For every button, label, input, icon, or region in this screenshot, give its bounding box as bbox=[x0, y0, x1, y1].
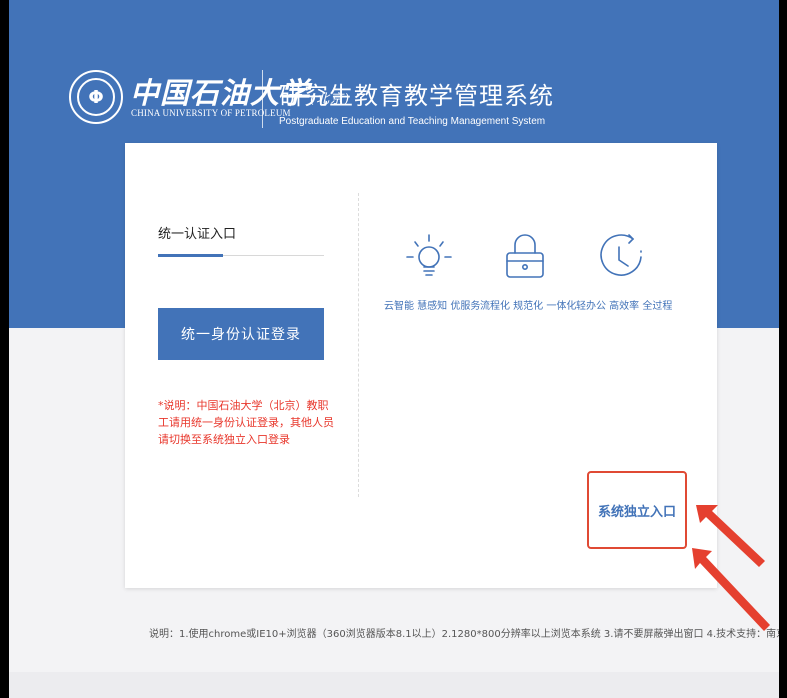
annotation-arrows bbox=[692, 505, 770, 631]
